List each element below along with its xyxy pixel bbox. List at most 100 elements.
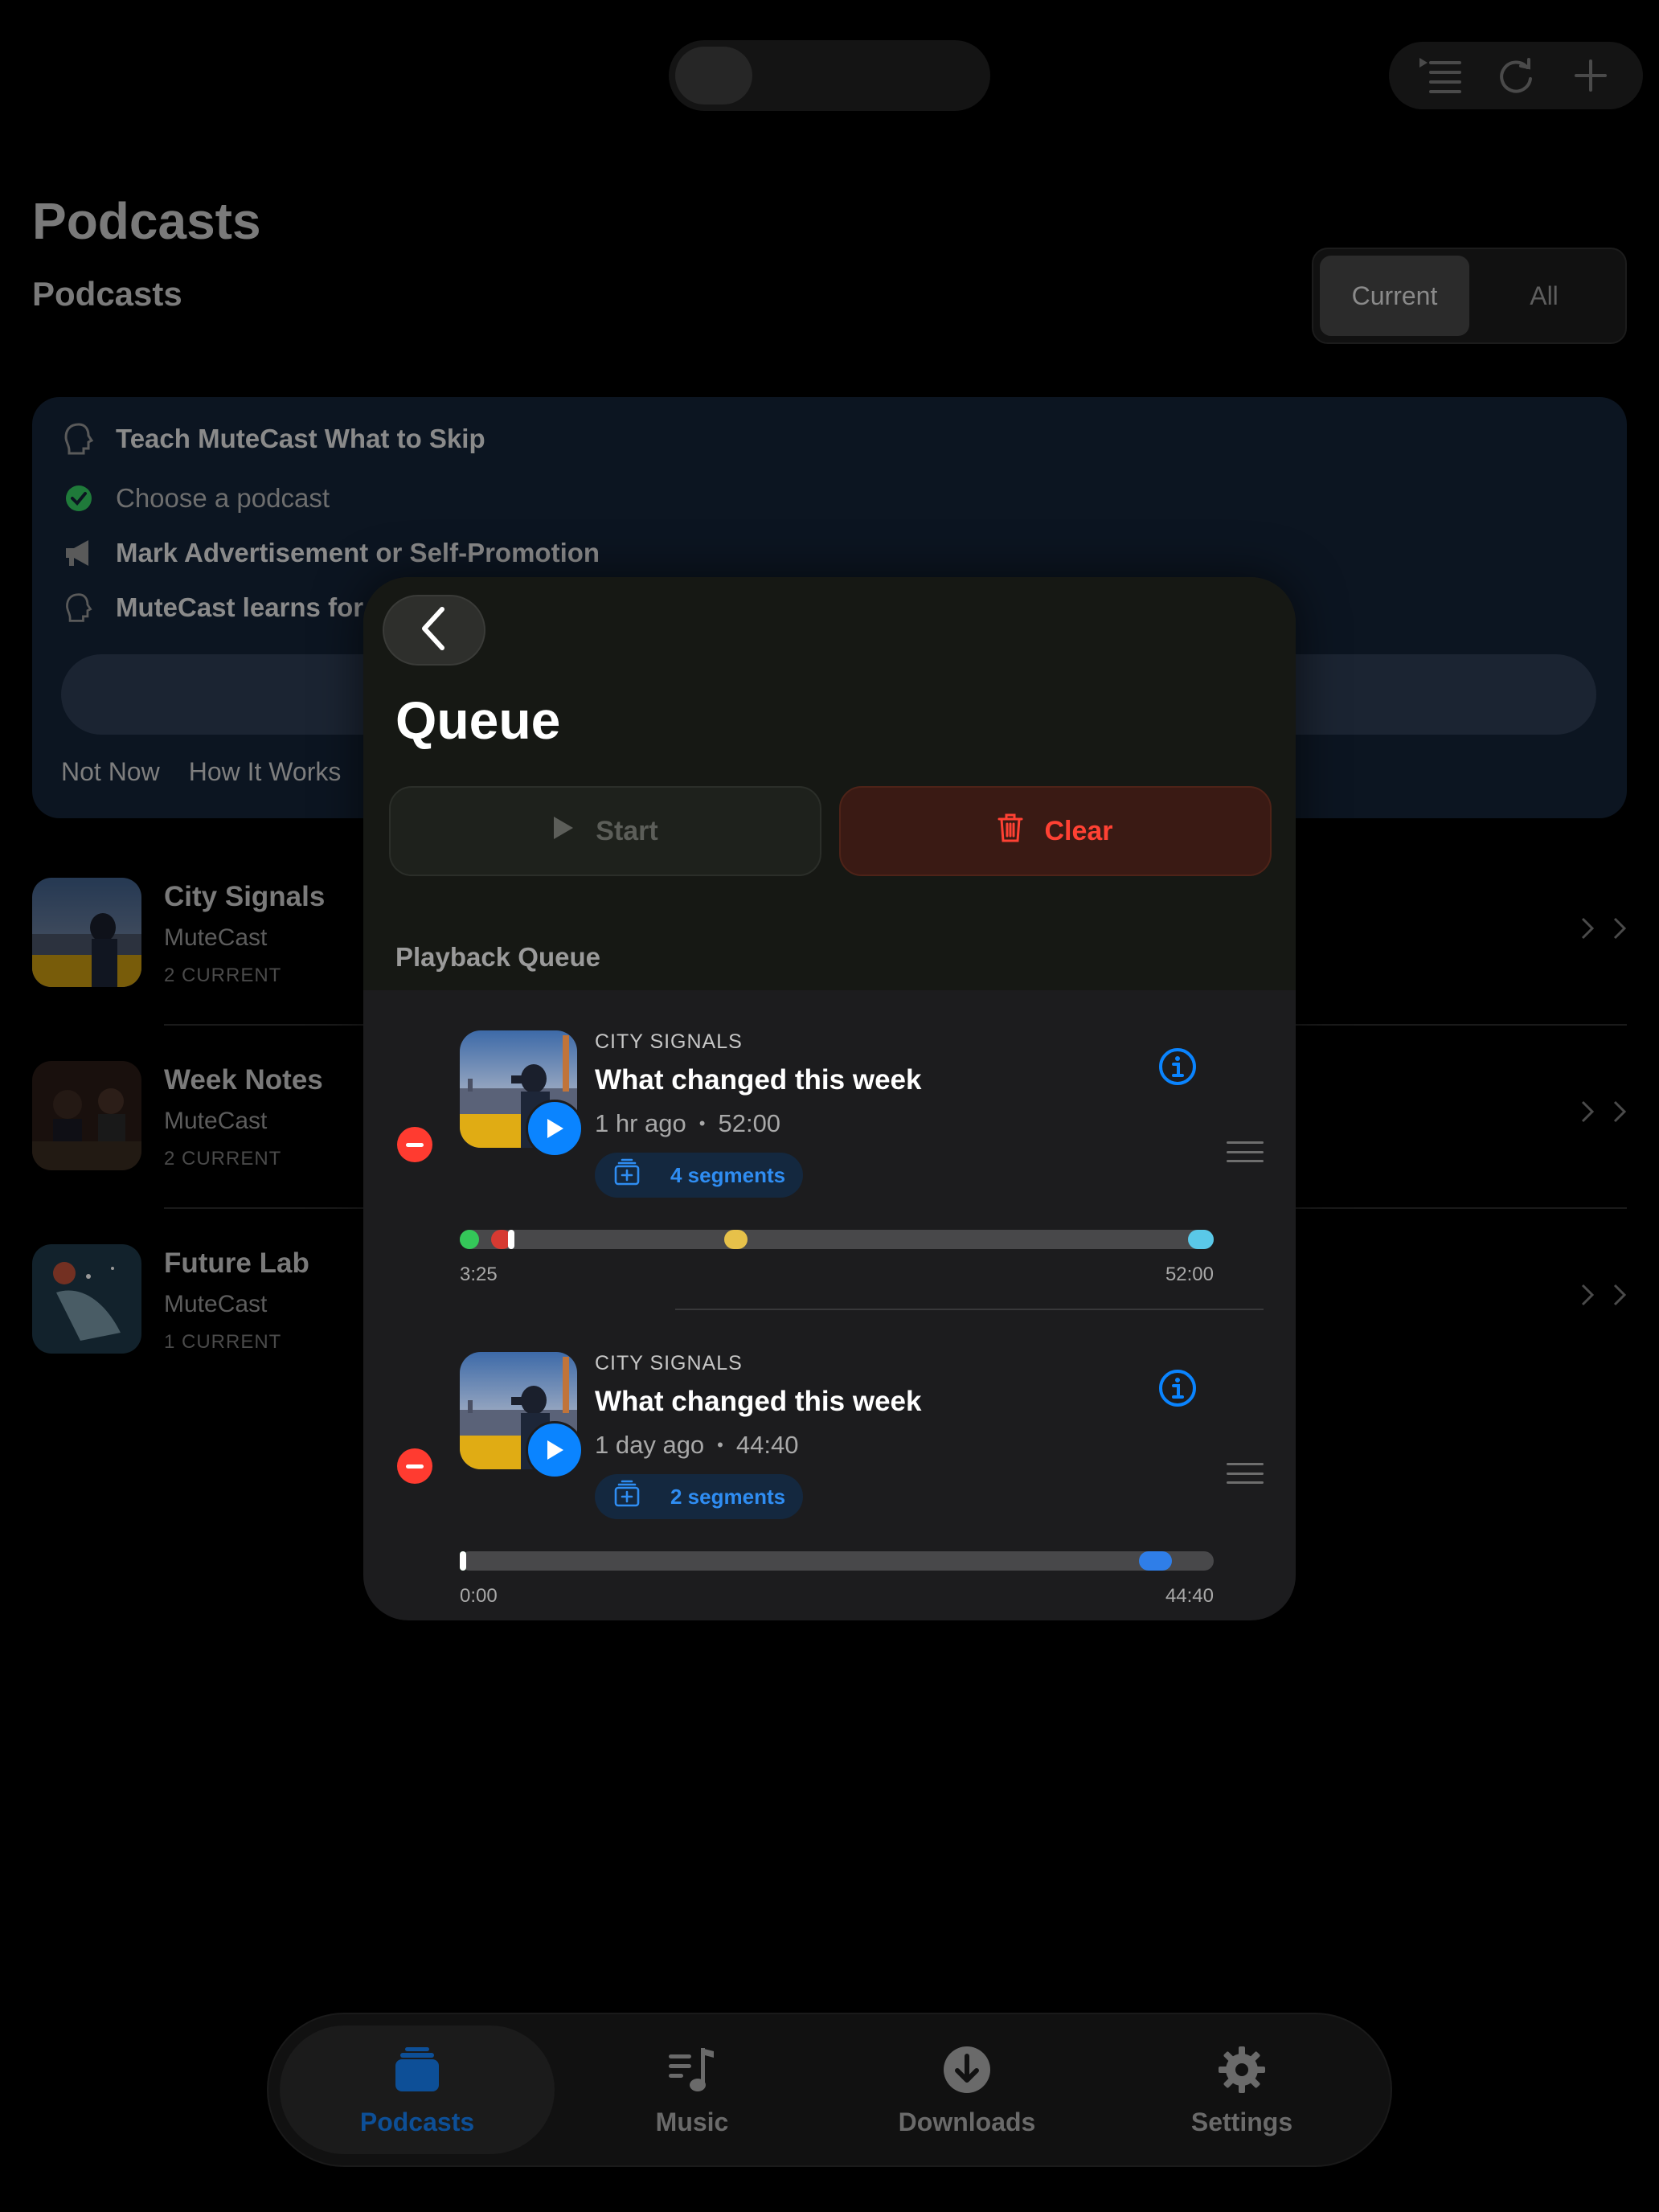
teach-step-1: Choose a podcast — [61, 481, 330, 516]
podcast-name: Future Lab — [164, 1247, 309, 1279]
megaphone-icon — [61, 535, 96, 571]
podcast-publisher: MuteCast — [164, 1291, 268, 1317]
queue-divider — [675, 1309, 1264, 1310]
tab-podcasts[interactable]: Podcasts — [280, 2026, 555, 2154]
playback-position: 0:00 — [460, 1585, 498, 1607]
segments-button[interactable]: 2 segments — [595, 1474, 804, 1519]
queue-item: CITY SIGNALS What changed this week 1 hr… — [363, 990, 1296, 1312]
info-icon[interactable] — [1157, 1368, 1198, 1408]
episode-age: 1 day ago — [595, 1431, 705, 1459]
podcast-name: Week Notes — [164, 1064, 323, 1096]
tab-podcasts-label: Podcasts — [359, 2107, 475, 2136]
play-icon — [552, 815, 575, 848]
queue-title: Queue — [395, 690, 561, 750]
teach-heading-row: Teach MuteCast What to Skip — [61, 421, 485, 457]
meta-separator: • — [717, 1435, 723, 1455]
segments-label: 4 segments — [670, 1162, 786, 1187]
teach-step-2-label: Mark Advertisement or Self-Promotion — [116, 538, 600, 567]
play-episode-button[interactable] — [526, 1421, 584, 1479]
podcast-artwork — [32, 878, 141, 987]
podcast-publisher: MuteCast — [164, 924, 268, 951]
drag-handle-icon[interactable] — [1227, 1463, 1264, 1484]
start-button[interactable]: Start — [389, 786, 821, 876]
episode-progress-track[interactable] — [460, 1230, 1214, 1249]
episode-age: 1 hr ago — [595, 1109, 686, 1137]
episode-end-time: 44:40 — [1165, 1585, 1214, 1607]
teach-heading: Teach MuteCast What to Skip — [116, 424, 485, 453]
segments-button[interactable]: 4 segments — [595, 1153, 804, 1198]
podcast-artwork — [32, 1061, 141, 1170]
episode-title[interactable]: What changed this week — [595, 1064, 921, 1096]
teach-step-1-label: Choose a podcast — [116, 483, 330, 513]
info-icon[interactable] — [1157, 1047, 1198, 1087]
playback-queue-label: Playback Queue — [395, 942, 600, 972]
podcast-count: 2 CURRENT — [164, 1148, 282, 1169]
episode-title[interactable]: What changed this week — [595, 1386, 921, 1418]
checkmark-circle-icon — [61, 481, 96, 516]
segment-marker — [460, 1230, 480, 1249]
chevron-right-icon — [1580, 1283, 1627, 1307]
segments-icon — [612, 1480, 641, 1514]
segment-current[interactable]: Current — [1320, 256, 1469, 336]
not-now-link[interactable]: Not Now — [61, 757, 160, 787]
tab-downloads[interactable]: Downloads — [830, 2026, 1104, 2154]
chevron-right-icon — [1580, 1100, 1627, 1124]
podcast-artwork — [32, 1244, 141, 1354]
refresh-icon[interactable] — [1492, 51, 1540, 100]
episode-end-time: 52:00 — [1165, 1264, 1214, 1285]
episode-show-name: CITY SIGNALS — [595, 1030, 743, 1053]
top-pill-knob — [675, 47, 752, 104]
segment-marker — [460, 1551, 466, 1571]
episode-progress-track[interactable] — [460, 1551, 1214, 1571]
back-button[interactable] — [383, 595, 485, 666]
tab-music-label: Music — [655, 2107, 729, 2136]
tab-bar: Podcasts Music Downloads Settings — [267, 2013, 1392, 2167]
tab-music[interactable]: Music — [555, 2026, 830, 2154]
add-icon[interactable] — [1567, 51, 1615, 100]
top-pill — [669, 40, 990, 111]
gear-icon — [1215, 2043, 1268, 2096]
episode-show-name: CITY SIGNALS — [595, 1352, 743, 1374]
podcast-count: 1 CURRENT — [164, 1331, 282, 1353]
episode-meta: 1 day ago • 44:40 — [595, 1431, 798, 1460]
head-icon — [61, 590, 96, 625]
podcast-name: City Signals — [164, 881, 326, 912]
episode-duration: 44:40 — [735, 1431, 799, 1459]
episode-meta: 1 hr ago • 52:00 — [595, 1109, 780, 1138]
tab-settings[interactable]: Settings — [1104, 2026, 1379, 2154]
segments-icon — [612, 1158, 641, 1193]
episode-duration: 52:00 — [718, 1109, 781, 1137]
segment-marker — [1188, 1230, 1214, 1249]
how-it-works-link[interactable]: How It Works — [189, 757, 342, 787]
play-episode-button[interactable] — [526, 1100, 584, 1157]
segment-marker — [724, 1230, 748, 1249]
current-all-segmented-control: Current All — [1312, 248, 1627, 344]
segment-marker — [508, 1230, 515, 1249]
clear-button[interactable]: Clear — [839, 786, 1272, 876]
toolbar — [1389, 42, 1643, 109]
remove-item-button[interactable] — [397, 1448, 432, 1484]
start-button-label: Start — [596, 815, 658, 846]
section-subtitle: Podcasts — [32, 275, 182, 313]
segment-all[interactable]: All — [1469, 256, 1619, 336]
podcast-count: 2 CURRENT — [164, 965, 282, 986]
tab-downloads-label: Downloads — [898, 2107, 1036, 2136]
music-icon — [666, 2043, 719, 2096]
segment-marker — [1139, 1551, 1172, 1571]
download-icon — [940, 2043, 993, 2096]
teach-step-3: MuteCast learns for t — [61, 590, 379, 625]
queue-sheet-header: Queue Start Clear Playback Queue — [363, 577, 1296, 990]
drag-handle-icon[interactable] — [1227, 1141, 1264, 1162]
playback-position: 3:25 — [460, 1264, 498, 1285]
remove-item-button[interactable] — [397, 1127, 432, 1162]
podcast-publisher: MuteCast — [164, 1108, 268, 1134]
teach-links: Not Now How It Works — [61, 757, 341, 787]
meta-separator: • — [698, 1113, 706, 1133]
queue-list-icon[interactable] — [1417, 51, 1465, 100]
segments-label: 2 segments — [670, 1484, 786, 1509]
trash-icon — [997, 813, 1023, 850]
clear-button-label: Clear — [1044, 815, 1113, 846]
brain-icon — [61, 421, 96, 457]
teach-step-3-label: MuteCast learns for t — [116, 592, 380, 622]
chevron-left-icon — [418, 606, 450, 655]
